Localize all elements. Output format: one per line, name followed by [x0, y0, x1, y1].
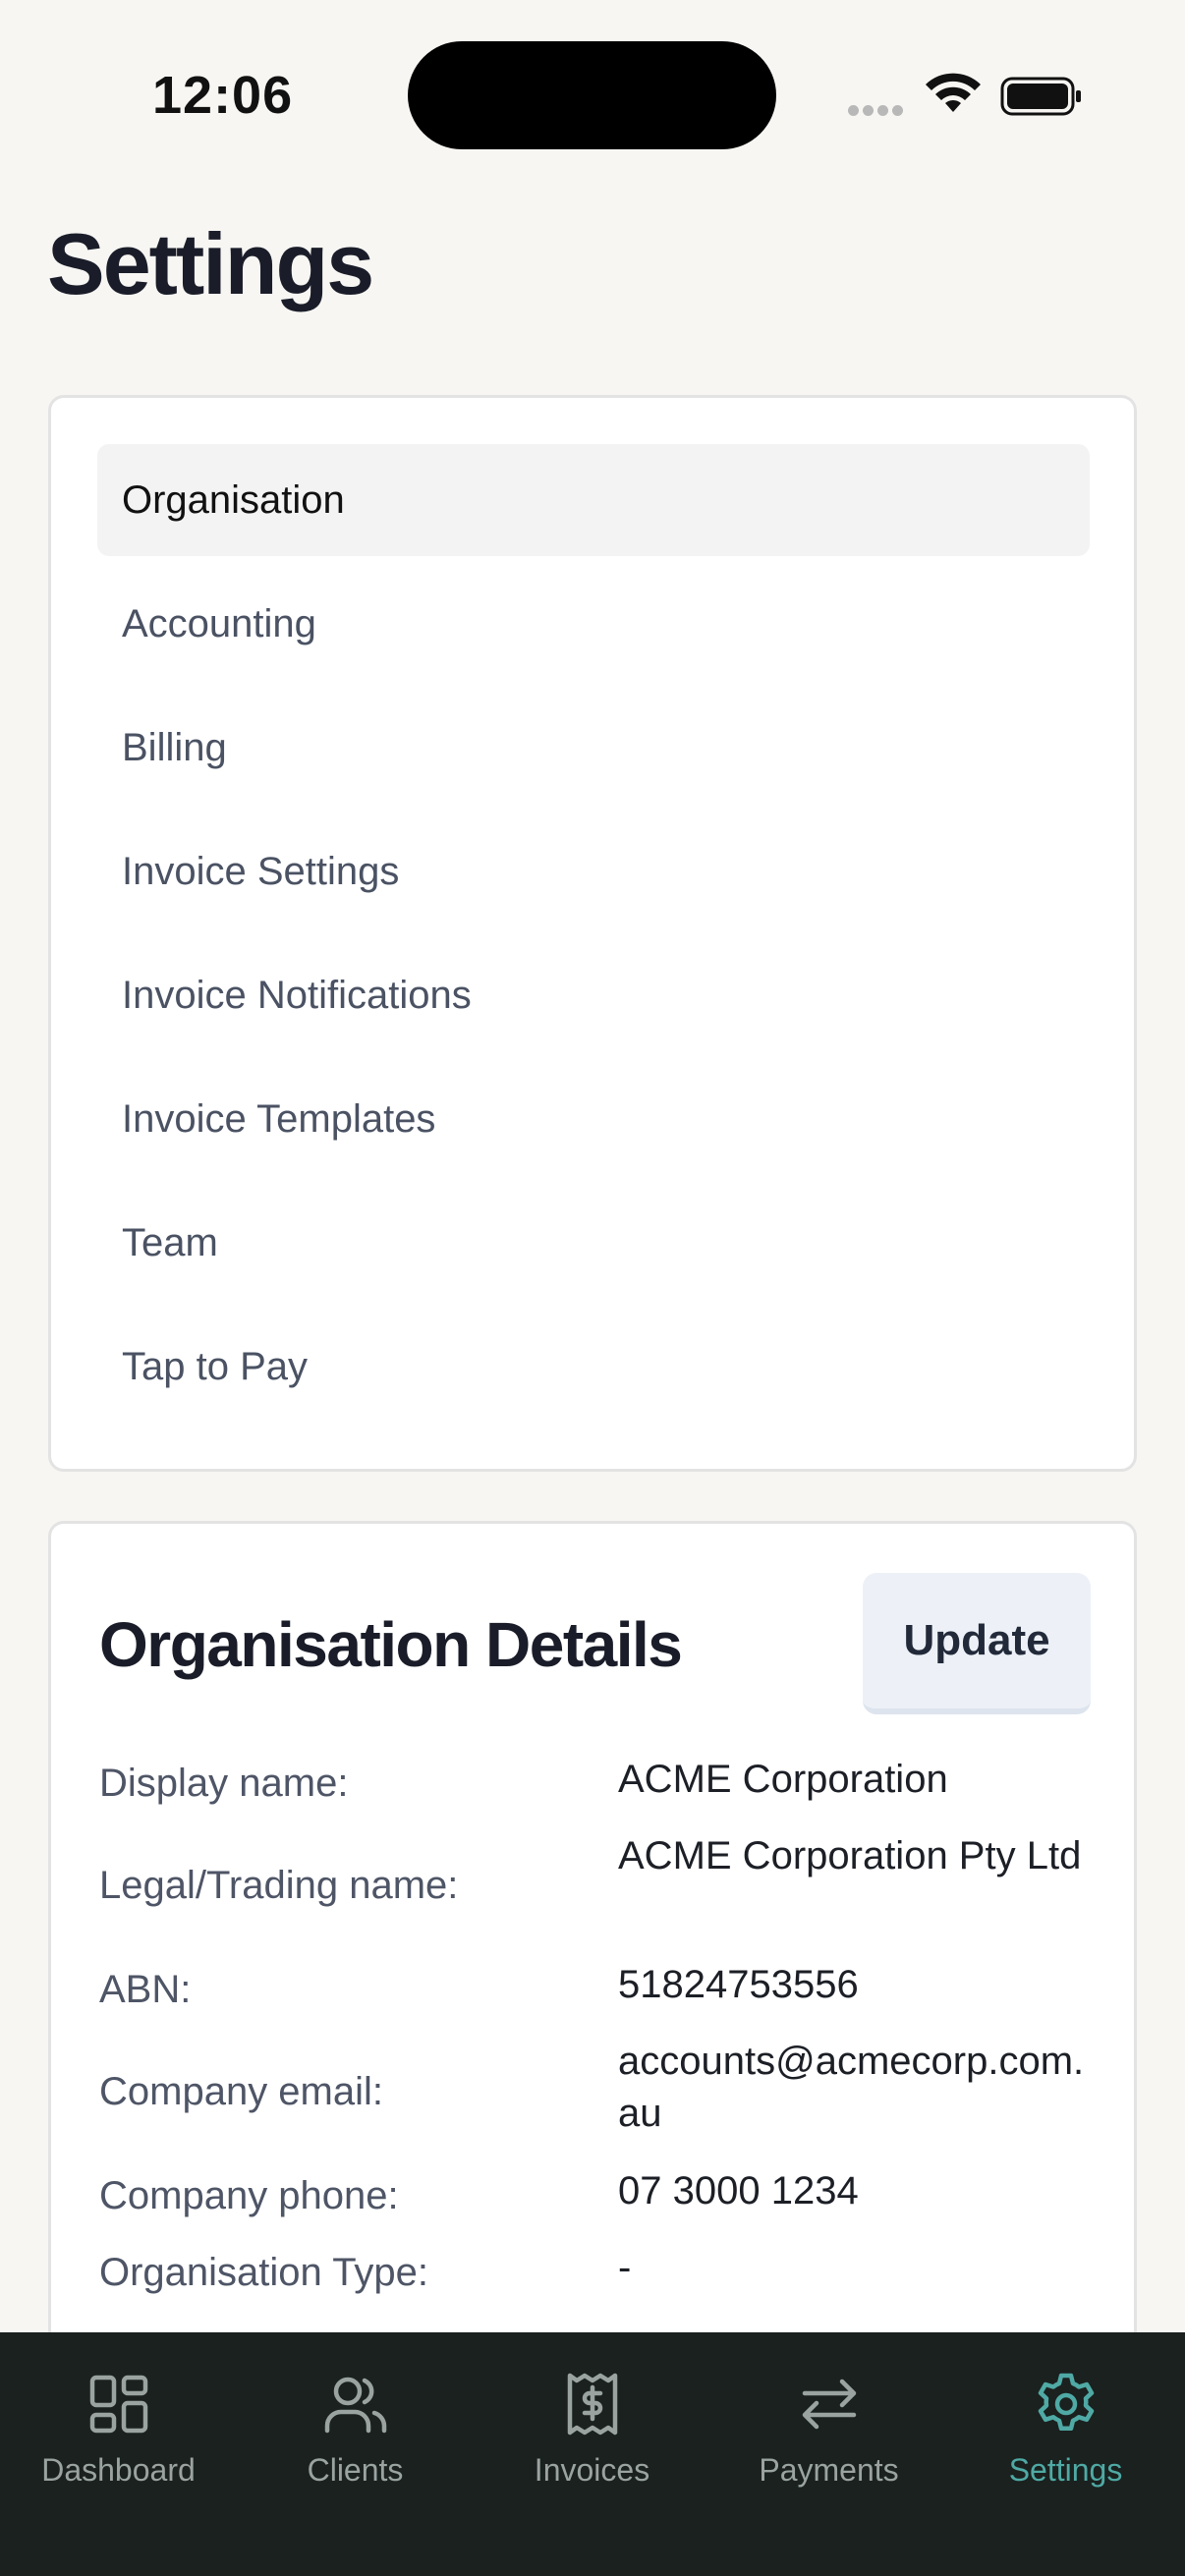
detail-value-legal-name: ACME Corporation Pty Ltd	[618, 1834, 1082, 1877]
detail-value-abn: 51824753556	[618, 1963, 859, 2006]
menu-item-team[interactable]: Team	[97, 1187, 1090, 1299]
arrows-swap-icon	[802, 2379, 856, 2430]
gear-icon	[1038, 2373, 1094, 2432]
receipt-dollar-icon	[567, 2373, 617, 2436]
cellular-signal-icon	[848, 103, 907, 121]
menu-item-tap-to-pay[interactable]: Tap to Pay	[97, 1311, 1090, 1423]
menu-item-invoice-notifications[interactable]: Invoice Notifications	[97, 939, 1090, 1051]
detail-label-abn: ABN:	[99, 1968, 192, 2011]
dynamic-island	[408, 41, 776, 149]
menu-item-invoice-templates[interactable]: Invoice Templates	[97, 1063, 1090, 1175]
wifi-icon	[926, 73, 981, 112]
menu-item-accounting[interactable]: Accounting	[97, 568, 1090, 680]
dashboard-icon	[89, 2375, 147, 2434]
tab-clients[interactable]: Clients	[237, 2352, 474, 2509]
battery-icon	[1000, 77, 1081, 116]
tab-label: Payments	[759, 2452, 899, 2488]
detail-label-legal-name: Legal/Trading name:	[99, 1864, 459, 1907]
update-button[interactable]: Update	[863, 1573, 1091, 1714]
detail-label-organisation-type: Organisation Type:	[99, 2251, 429, 2294]
detail-label-company-email: Company email:	[99, 2070, 384, 2113]
menu-item-invoice-settings[interactable]: Invoice Settings	[97, 815, 1090, 927]
detail-value-display-name: ACME Corporation	[618, 1758, 948, 1801]
tab-invoices[interactable]: Invoices	[474, 2352, 710, 2509]
tab-label: Dashboard	[41, 2452, 196, 2488]
tab-label: Invoices	[534, 2452, 650, 2488]
tab-payments[interactable]: Payments	[710, 2352, 947, 2509]
detail-value-organisation-type: -	[618, 2246, 632, 2289]
settings-menu: Organisation Accounting Billing Invoice …	[48, 395, 1137, 1472]
tab-label: Clients	[307, 2452, 404, 2488]
tab-bar: Dashboard Clients Invoices Payments Sett…	[0, 2332, 1185, 2576]
page-title: Settings	[47, 215, 374, 312]
menu-item-billing[interactable]: Billing	[97, 692, 1090, 804]
menu-item-organisation[interactable]: Organisation	[97, 444, 1090, 556]
tab-label: Settings	[1008, 2452, 1123, 2488]
status-bar: 12:06	[0, 0, 1185, 187]
users-icon	[324, 2377, 386, 2434]
detail-value-company-email: accounts@acmecorp.com.au	[618, 2040, 1085, 2135]
status-time: 12:06	[152, 66, 294, 125]
tab-dashboard[interactable]: Dashboard	[0, 2352, 237, 2509]
tab-settings[interactable]: Settings	[947, 2352, 1184, 2509]
detail-value-company-phone: 07 3000 1234	[618, 2169, 859, 2212]
details-title: Organisation Details	[99, 1609, 683, 1680]
detail-label-display-name: Display name:	[99, 1762, 349, 1805]
detail-label-company-phone: Company phone:	[99, 2174, 399, 2217]
